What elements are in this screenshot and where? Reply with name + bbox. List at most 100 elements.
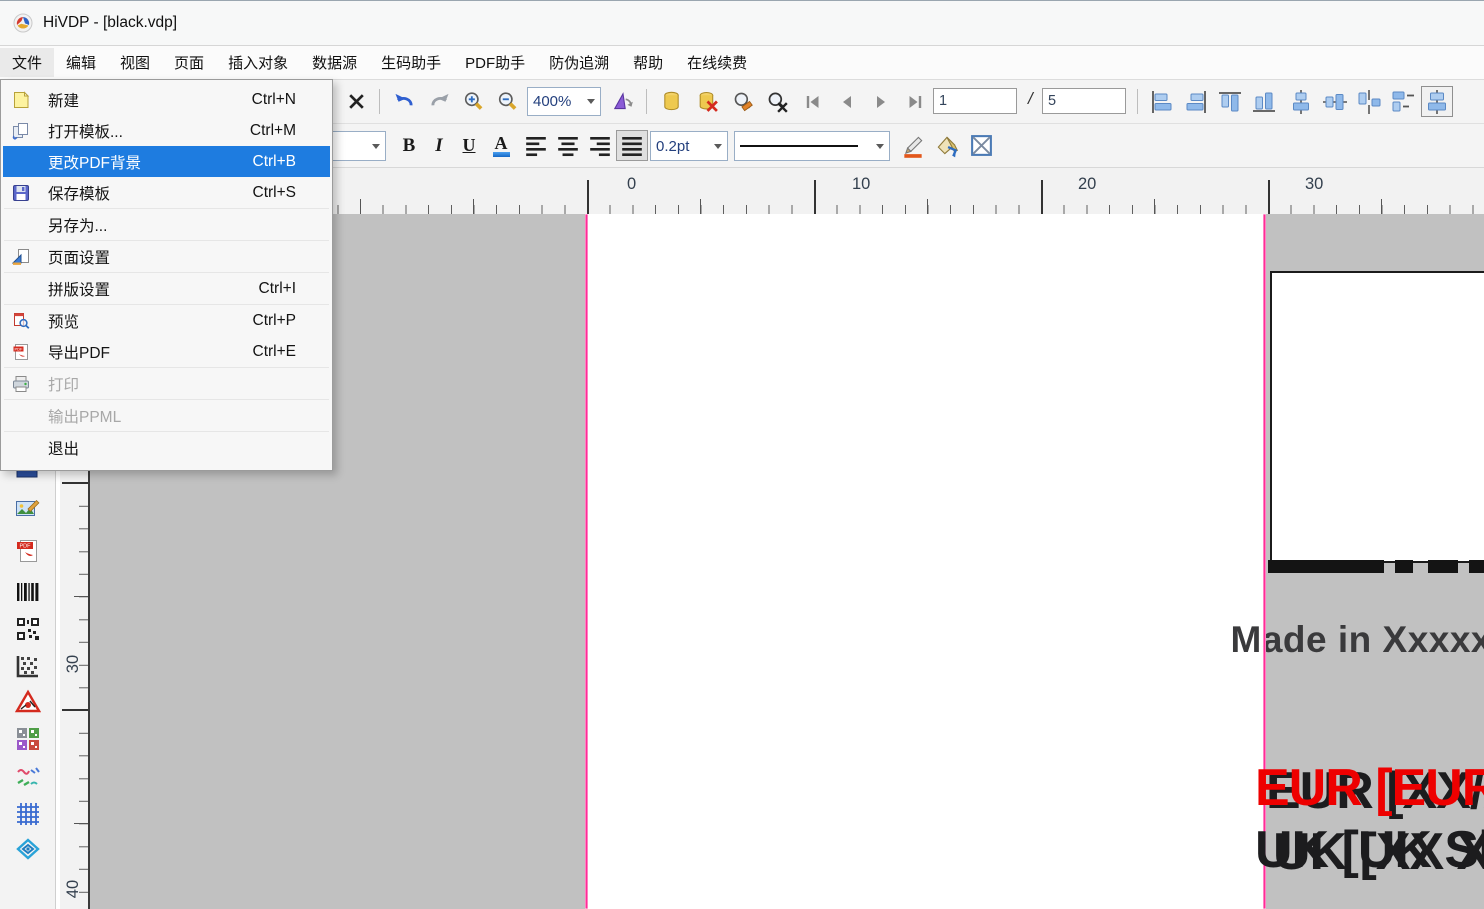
menubar-item-anti-counterfeit[interactable]: 防伪追溯 xyxy=(537,48,621,77)
menu-item-page-setup[interactable]: 页面设置 xyxy=(3,241,330,272)
menubar-item-view[interactable]: 视图 xyxy=(108,48,162,77)
menubar-item-file[interactable]: 文件 xyxy=(0,48,54,77)
toolbar-separator xyxy=(646,89,647,114)
left-guide-line xyxy=(585,214,588,909)
italic-button[interactable]: I xyxy=(426,130,452,161)
align-bottom-icon[interactable] xyxy=(1248,86,1280,117)
text-align-right-icon[interactable] xyxy=(584,130,616,161)
qrcode-icon[interactable] xyxy=(15,616,41,642)
next-page-icon[interactable] xyxy=(865,86,897,117)
underline-button[interactable]: U xyxy=(454,130,484,161)
eur-size-field-text[interactable]: EUR [EUR Size] xyxy=(1255,758,1484,818)
pdf-file-icon[interactable]: PDF xyxy=(15,538,41,564)
barcode-icon[interactable] xyxy=(15,579,41,605)
line-style-combo[interactable] xyxy=(734,131,890,161)
ruler-label: 0 xyxy=(627,175,636,194)
distribute-h-icon[interactable] xyxy=(1353,86,1385,117)
preview-icon xyxy=(12,312,30,330)
image-placeholder-frame[interactable] xyxy=(1270,271,1484,563)
data-preview-icon[interactable] xyxy=(727,86,759,117)
zoom-in-icon[interactable] xyxy=(458,86,490,117)
grid-icon[interactable] xyxy=(15,801,41,827)
toolbar-separator xyxy=(1137,89,1138,114)
title-bar: HiVDP - [black.vdp] xyxy=(0,1,1484,46)
page-divider: / xyxy=(1028,89,1033,109)
no-fill-icon[interactable] xyxy=(965,130,997,161)
distribute-v-icon[interactable] xyxy=(1387,86,1419,117)
menubar-item-renew[interactable]: 在线续费 xyxy=(675,48,759,77)
menu-item-change-pdf-background[interactable]: 更改PDF背景 Ctrl+B xyxy=(3,146,330,177)
text-align-center-icon[interactable] xyxy=(552,130,584,161)
toolbar-separator xyxy=(379,89,380,114)
scatter-marks-icon[interactable] xyxy=(15,764,41,790)
ruler-label: 30 xyxy=(64,651,84,677)
menu-bar: 文件 编辑 视图 页面 插入对象 数据源 生码助手 PDF助手 防伪追溯 帮助 … xyxy=(0,46,1484,80)
menu-item-exit[interactable]: 退出 xyxy=(3,432,330,463)
security-warning-icon[interactable] xyxy=(15,689,41,715)
first-page-icon[interactable] xyxy=(797,86,829,117)
zoom-level-combo[interactable]: 400% xyxy=(527,87,601,116)
align-left-icon[interactable] xyxy=(1146,86,1178,117)
prev-page-icon[interactable] xyxy=(831,86,863,117)
text-justify-icon[interactable] xyxy=(616,130,648,161)
stroke-width-value: 0.2pt xyxy=(656,138,689,155)
menubar-item-help[interactable]: 帮助 xyxy=(621,48,675,77)
empty-icon-slot xyxy=(12,153,30,171)
ruler-label: 10 xyxy=(852,175,870,194)
menu-item-open-template[interactable]: 打开模板... Ctrl+M xyxy=(3,115,330,146)
page-current-input[interactable] xyxy=(933,88,1017,114)
watermark-eye-icon[interactable] xyxy=(15,836,41,862)
empty-icon-slot xyxy=(12,439,30,457)
menu-item-output-ppml[interactable]: 输出PPML xyxy=(3,400,330,431)
application-window: HiVDP - [black.vdp] 文件 编辑 视图 页面 插入对象 数据源… xyxy=(0,0,1484,909)
menubar-item-insert-object[interactable]: 插入对象 xyxy=(216,48,300,77)
made-in-text[interactable]: Made in Xxxxxxxxxxx xyxy=(1086,619,1484,661)
zoom-out-icon[interactable] xyxy=(492,86,524,117)
app-logo-icon xyxy=(13,13,33,33)
db-disconnect-icon[interactable] xyxy=(691,86,723,117)
align-center-h-icon[interactable] xyxy=(1285,86,1317,117)
svg-text:PDF: PDF xyxy=(20,544,32,550)
text-align-left-icon[interactable] xyxy=(520,130,552,161)
redo-icon[interactable] xyxy=(424,86,456,117)
align-center-v-icon[interactable] xyxy=(1319,86,1351,117)
font-color-button[interactable]: A xyxy=(486,130,516,161)
data-preview-stop-icon[interactable] xyxy=(761,86,793,117)
line-style-sample xyxy=(740,145,858,148)
barcode-fragment-bottom xyxy=(1268,560,1484,573)
line-color-icon[interactable] xyxy=(897,130,929,161)
align-top-icon[interactable] xyxy=(1214,86,1246,117)
color-qrcode-icon[interactable] xyxy=(15,726,41,752)
uk-size-field-text[interactable]: UK [UK Size] xyxy=(1255,820,1484,880)
menu-item-preview[interactable]: 预览 Ctrl+P xyxy=(3,305,330,336)
datamatrix-icon[interactable] xyxy=(15,653,41,679)
save-icon xyxy=(12,184,30,202)
delete-icon[interactable] xyxy=(340,86,372,117)
edit-image-icon[interactable] xyxy=(15,497,41,523)
menu-item-print[interactable]: 打印 xyxy=(3,368,330,399)
menu-item-export-pdf[interactable]: PDF 导出PDF Ctrl+E xyxy=(3,336,330,367)
last-page-icon[interactable] xyxy=(899,86,931,117)
equal-size-icon[interactable] xyxy=(1421,86,1453,117)
undo-icon[interactable] xyxy=(388,86,420,117)
menu-item-save-as[interactable]: 另存为... xyxy=(3,209,330,240)
fill-color-icon[interactable] xyxy=(931,130,963,161)
menu-item-new[interactable]: 新建 Ctrl+N xyxy=(3,84,330,115)
stroke-width-combo[interactable]: 0.2pt xyxy=(650,131,728,161)
db-connect-icon[interactable] xyxy=(655,86,687,117)
menubar-item-data-source[interactable]: 数据源 xyxy=(300,48,369,77)
menubar-item-page[interactable]: 页面 xyxy=(162,48,216,77)
menubar-item-code-assistant[interactable]: 生码助手 xyxy=(369,48,453,77)
menubar-item-pdf-assistant[interactable]: PDF助手 xyxy=(453,48,537,77)
rotate-object-icon[interactable] xyxy=(607,86,639,117)
menu-item-imposition-setup[interactable]: 拼版设置 Ctrl+I xyxy=(3,273,330,304)
page-total-input[interactable] xyxy=(1042,88,1126,114)
menu-item-save-template[interactable]: 保存模板 Ctrl+S xyxy=(3,177,330,208)
document-page[interactable]: Made in Xxxxxxxxxxx EUR [XX/XXX] EUR [EU… xyxy=(588,214,1265,909)
ruler-label: 40 xyxy=(64,876,84,902)
menubar-item-edit[interactable]: 编辑 xyxy=(54,48,108,77)
export-pdf-icon: PDF xyxy=(12,343,30,361)
align-right-icon[interactable] xyxy=(1180,86,1212,117)
chevron-down-icon xyxy=(876,144,884,149)
bold-button[interactable]: B xyxy=(394,130,424,161)
